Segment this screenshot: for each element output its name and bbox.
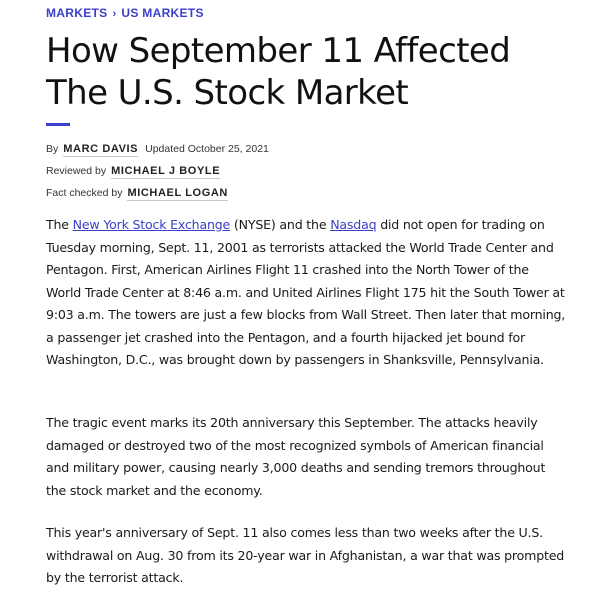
- reviewed-label: Reviewed by: [46, 165, 107, 177]
- p1-text-2: did not open for trading on Tuesday morn…: [46, 217, 566, 367]
- nasdaq-link[interactable]: Nasdaq: [330, 217, 376, 232]
- author-link[interactable]: MARC DAVIS: [63, 143, 139, 157]
- title-accent-bar: [46, 123, 70, 126]
- byline-reviewer: Reviewed by MICHAEL J BOYLE: [46, 165, 227, 179]
- article-paragraph-3: This year's anniversary of Sept. 11 also…: [46, 522, 566, 590]
- breadcrumb-us-markets[interactable]: US MARKETS: [121, 6, 203, 20]
- factcheck-label: Fact checked by: [46, 187, 123, 199]
- breadcrumb-markets[interactable]: MARKETS: [46, 6, 107, 20]
- p1-text-1: (NYSE) and the: [230, 217, 331, 232]
- p2-text: The tragic event marks its 20th annivers…: [46, 415, 546, 498]
- page-title: How September 11 Affected The U.S. Stock…: [46, 31, 511, 113]
- nyse-link[interactable]: New York Stock Exchange: [73, 217, 231, 232]
- article-paragraph-1: The New York Stock Exchange (NYSE) and t…: [46, 214, 566, 372]
- reviewer-link[interactable]: MICHAEL J BOYLE: [111, 165, 221, 179]
- byline-author: By MARC DAVIS Updated October 25, 2021: [46, 143, 269, 157]
- updated-date: Updated October 25, 2021: [145, 143, 269, 155]
- breadcrumb-separator: ›: [112, 8, 117, 20]
- by-label: By: [46, 143, 59, 155]
- breadcrumb: MARKETS › US MARKETS: [46, 6, 204, 20]
- byline-factchecker: Fact checked by MICHAEL LOGAN: [46, 187, 235, 201]
- article-paragraph-2: The tragic event marks its 20th annivers…: [46, 412, 566, 502]
- p3-text: This year's anniversary of Sept. 11 also…: [46, 525, 565, 585]
- factchecker-link[interactable]: MICHAEL LOGAN: [127, 187, 228, 201]
- p1-text-0: The: [46, 217, 73, 232]
